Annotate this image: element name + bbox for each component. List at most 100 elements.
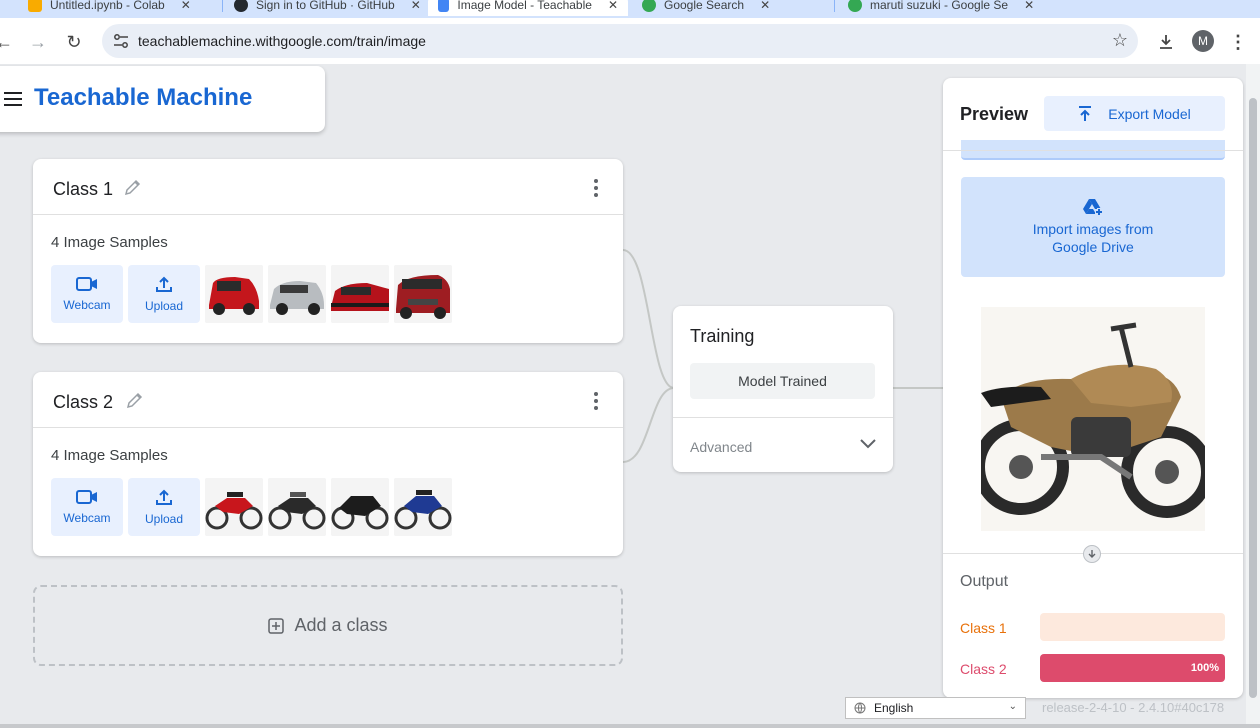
language-select[interactable]: English ⌄ [845, 697, 1026, 719]
sample-thumbnail[interactable] [394, 265, 452, 323]
tab-title: Image Model - Teachable [457, 0, 592, 12]
upload-icon [156, 489, 172, 505]
close-icon[interactable]: ✕ [760, 0, 770, 12]
drive-label-line2: Google Drive [1052, 239, 1134, 255]
black-motorcycle-image [268, 478, 326, 536]
output-class-name: Class 2 [960, 661, 1007, 677]
browser-tab[interactable]: maruti suzuki - Google Se ✕ [838, 0, 1044, 16]
drive-label-line1: Import images from [1032, 221, 1154, 237]
red-car-image [205, 265, 263, 323]
tab-title: maruti suzuki - Google Se [870, 0, 1009, 12]
chevron-down-icon: ⌄ [1008, 701, 1017, 712]
google-icon [848, 0, 862, 12]
sample-thumbnail[interactable] [268, 478, 326, 536]
edit-pencil-icon[interactable] [123, 177, 143, 197]
site-settings-icon[interactable] [112, 32, 130, 50]
preview-panel: Preview Export Model Import images from … [943, 78, 1243, 698]
scroll-down-icon[interactable] [1083, 545, 1101, 563]
confidence-bar: 100% [1040, 654, 1225, 682]
release-version: release-2-4-10 - 2.4.10#40c178 [1042, 700, 1225, 715]
sample-thumbnail[interactable] [205, 265, 263, 323]
browser-tab[interactable]: Sign in to GitHub · GitHub ✕ [224, 0, 431, 16]
blue-motorcycle-image [394, 478, 452, 536]
preview-title: Preview [960, 104, 1029, 124]
silver-car-image [268, 265, 326, 323]
menu-icon[interactable] [4, 92, 22, 106]
sample-thumbnail[interactable] [268, 265, 326, 323]
import-google-drive-button[interactable]: Import images from Google Drive [961, 177, 1225, 277]
google-icon [642, 0, 656, 12]
tab-title: Untitled.ipynb - Colab [50, 0, 165, 12]
webcam-label: Webcam [63, 298, 111, 312]
class-options-icon[interactable] [593, 179, 599, 197]
upload-icon [156, 276, 172, 292]
scroll-thumb[interactable] [1249, 98, 1257, 698]
download-icon[interactable] [1152, 28, 1180, 56]
black-motorcycle-image [331, 478, 389, 536]
close-icon[interactable]: ✕ [608, 0, 618, 12]
url-text: teachablemachine.withgoogle.com/train/im… [138, 33, 426, 49]
back-button[interactable]: ← [0, 28, 18, 56]
bookmark-star-icon[interactable]: ☆ [1112, 30, 1128, 51]
confidence-bar [1040, 613, 1225, 641]
advanced-toggle[interactable]: Advanced [690, 439, 752, 455]
export-model-button[interactable]: Export Model [1044, 96, 1225, 131]
class-header: Class 2 [33, 372, 623, 428]
add-box-icon [268, 617, 285, 634]
globe-icon [854, 702, 866, 714]
reload-button[interactable]: ↻ [60, 28, 88, 56]
webcam-icon [76, 490, 97, 504]
sample-thumbnail[interactable] [205, 478, 263, 536]
red-car-image [331, 265, 389, 323]
sample-thumbnail[interactable] [394, 478, 452, 536]
sample-thumbnail[interactable] [331, 265, 389, 323]
output-label: Output [960, 573, 1009, 590]
chevron-down-icon[interactable] [859, 438, 877, 450]
add-class-button[interactable]: Add a class [33, 585, 623, 666]
browser-tabstrip: Untitled.ipynb - Colab ✕ Sign in to GitH… [0, 0, 1260, 18]
upload-button[interactable]: Upload [128, 265, 200, 323]
app-header: Teachable Machine [0, 66, 325, 132]
brown-motorcycle-image [973, 307, 1213, 531]
address-bar[interactable]: teachablemachine.withgoogle.com/train/im… [102, 24, 1138, 58]
sample-count: 4 Image Samples [51, 447, 168, 464]
brand-title[interactable]: Teachable Machine [34, 84, 252, 112]
output-class-name: Class 1 [960, 620, 1007, 636]
red-motorcycle-image [205, 478, 263, 536]
output-row: Class 2 100% [960, 654, 1226, 682]
red-suv-image [394, 265, 452, 323]
training-title: Training [690, 326, 755, 346]
output-row: Class 1 [960, 613, 1226, 641]
webcam-button[interactable]: Webcam [51, 265, 123, 323]
class-name[interactable]: Class 1 [53, 179, 113, 200]
class-options-icon[interactable] [593, 392, 599, 410]
browser-tab-active[interactable]: Image Model - Teachable ✕ [428, 0, 628, 16]
edit-pencil-icon[interactable] [125, 390, 145, 410]
github-icon [234, 0, 248, 12]
tab-title: Google Search [664, 0, 745, 12]
train-model-button[interactable]: Model Trained [690, 363, 875, 399]
confidence-percent: 100% [1190, 662, 1219, 674]
upload-label: Upload [144, 512, 184, 526]
close-icon[interactable]: ✕ [181, 0, 191, 12]
page-scrollbar[interactable] [1246, 64, 1260, 728]
close-icon[interactable]: ✕ [411, 0, 421, 12]
export-label: Export Model [1108, 105, 1191, 122]
sample-thumbnail[interactable] [331, 478, 389, 536]
browser-menu-icon[interactable]: ⋮ [1224, 28, 1252, 56]
tab-title: Sign in to GitHub · GitHub [256, 0, 395, 12]
upload-button[interactable]: Upload [128, 478, 200, 536]
colab-icon [28, 0, 42, 12]
google-drive-add-icon [1083, 199, 1103, 216]
teachable-machine-page: Teachable Machine Class 1 4 Image Sample… [0, 64, 1260, 728]
sample-count: 4 Image Samples [51, 234, 168, 251]
preview-image [973, 307, 1213, 531]
close-icon[interactable]: ✕ [1024, 0, 1034, 12]
webcam-icon [76, 277, 97, 291]
webcam-button[interactable]: Webcam [51, 478, 123, 536]
browser-tab[interactable]: Google Search ✕ [632, 0, 780, 16]
profile-avatar[interactable]: M [1192, 30, 1214, 52]
forward-button[interactable]: → [24, 28, 52, 56]
class-name[interactable]: Class 2 [53, 392, 113, 413]
browser-tab[interactable]: Untitled.ipynb - Colab ✕ [18, 0, 201, 16]
